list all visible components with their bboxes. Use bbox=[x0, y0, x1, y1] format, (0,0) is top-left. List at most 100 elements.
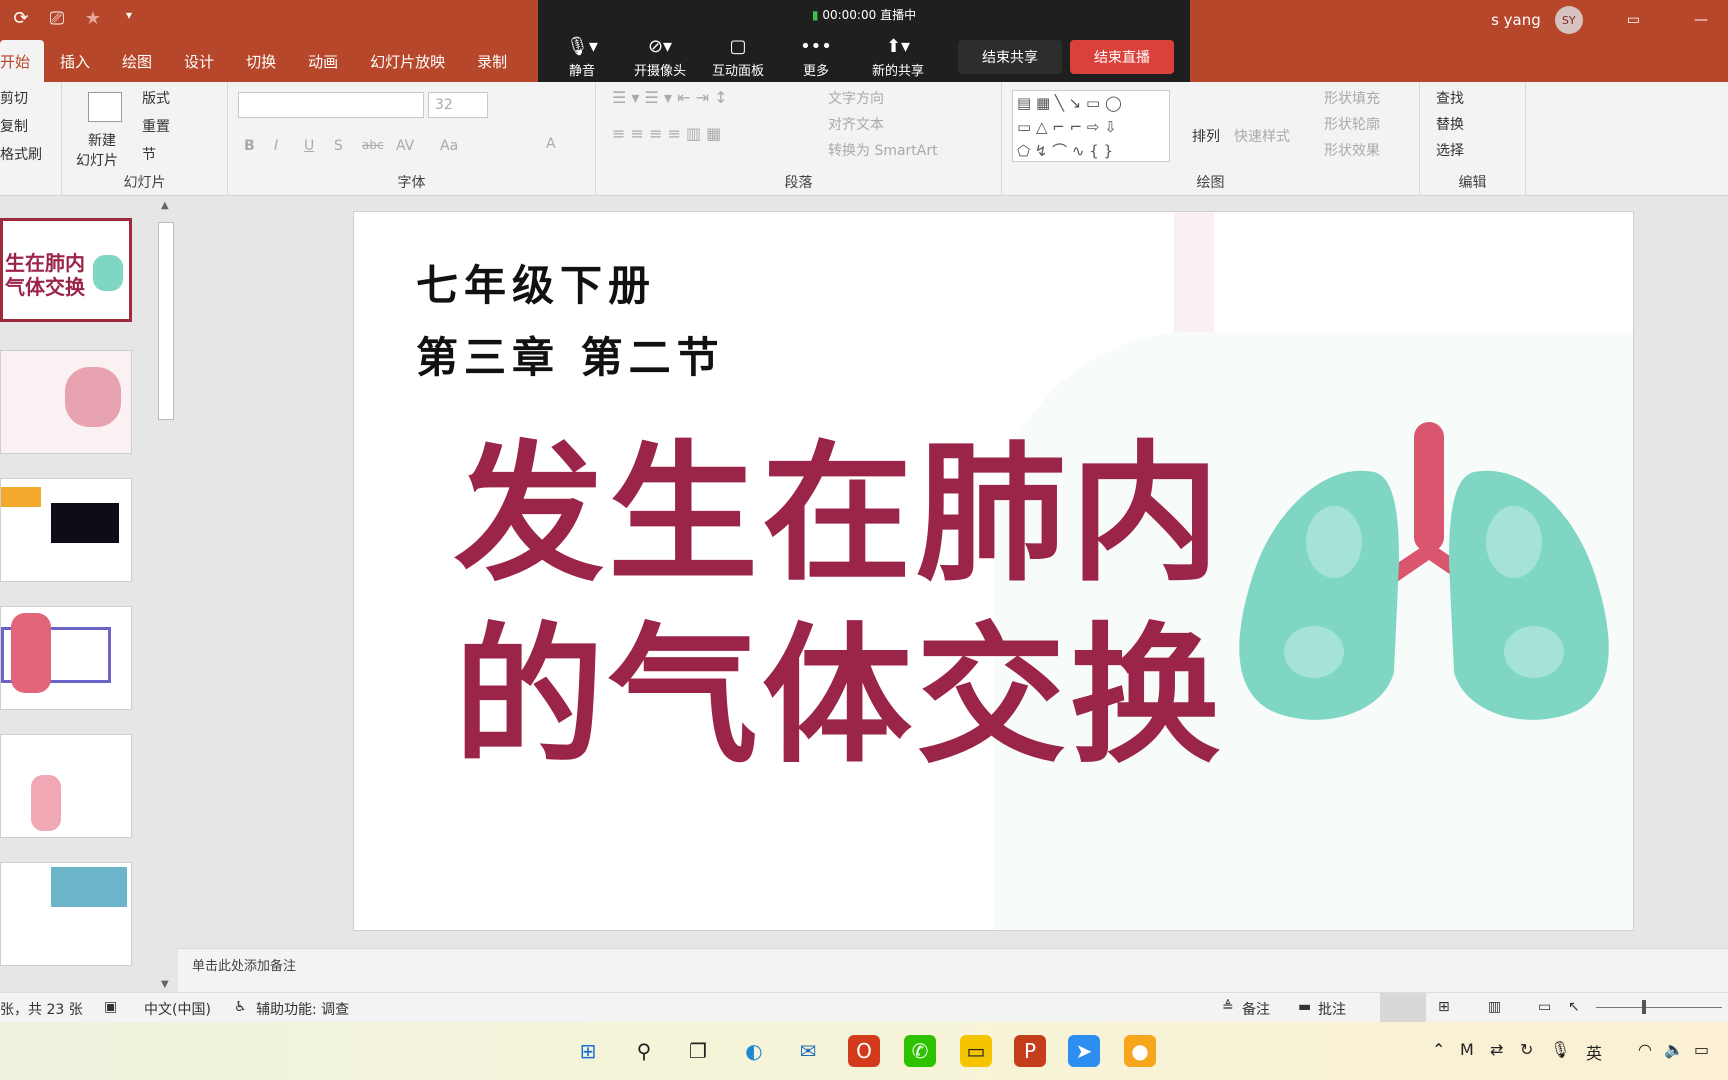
quick-styles-button[interactable]: 快速样式 bbox=[1234, 126, 1290, 146]
ime-indicator[interactable]: 英 bbox=[1586, 1040, 1602, 1064]
chevron-up-icon[interactable]: ⌃ bbox=[1432, 1040, 1445, 1059]
layout-button[interactable]: 版式 bbox=[142, 88, 170, 108]
thumbnail-3[interactable] bbox=[0, 478, 132, 582]
accessibility-icon[interactable]: ♿ bbox=[234, 999, 247, 1015]
camera-button[interactable]: ⊘▾ 开摄像头 bbox=[624, 34, 696, 79]
present-icon[interactable]: ⎚ bbox=[46, 8, 68, 29]
thumbnail-scrollbar[interactable]: ▲ ▼ bbox=[158, 200, 176, 990]
zoom-slider[interactable] bbox=[1596, 1007, 1722, 1008]
zoom-thumb[interactable] bbox=[1642, 1000, 1646, 1014]
section-button[interactable]: 节 bbox=[142, 144, 156, 164]
shape-fill-button[interactable]: 形状填充 bbox=[1324, 88, 1380, 108]
customize-icon[interactable]: ▾ bbox=[118, 8, 140, 29]
bold-button[interactable]: B bbox=[244, 138, 255, 154]
reset-button[interactable]: 重置 bbox=[142, 116, 170, 136]
accessibility-status[interactable]: 辅助功能: 调查 bbox=[256, 999, 349, 1019]
font-color-button[interactable]: A bbox=[546, 136, 556, 152]
shapes-gallery[interactable]: ▤ ▦ ╲ ↘ ▭ ◯ ▭ △ ⌐ ⌐ ⇨ ⇩ ⬠ ↯ ⌒ ∿ { } bbox=[1012, 90, 1170, 162]
tray-sync-icon[interactable]: ⇄ bbox=[1490, 1040, 1503, 1059]
notes-placeholder[interactable]: 单击此处添加备注 bbox=[192, 955, 296, 974]
bullets-icon[interactable]: ☰ ▾ ☰ ▾ ⇤ ⇥ ↕ bbox=[612, 88, 727, 107]
format-painter-button[interactable]: 格式刷 bbox=[0, 144, 42, 164]
thumbnail-6[interactable] bbox=[0, 862, 132, 966]
start-icon[interactable]: ⊞ bbox=[572, 1035, 604, 1067]
tab-design[interactable]: 设计 bbox=[168, 40, 230, 82]
new-slide-label[interactable]: 幻灯片 bbox=[76, 150, 118, 170]
powerpoint-icon[interactable]: P bbox=[1014, 1035, 1046, 1067]
end-share-button[interactable]: 结束共享 bbox=[958, 40, 1062, 74]
scroll-up-icon[interactable]: ▲ bbox=[161, 200, 169, 211]
battery-icon[interactable]: ▭ bbox=[1694, 1040, 1709, 1059]
user-name[interactable]: s yang bbox=[1491, 11, 1541, 29]
end-live-button[interactable]: 结束直播 bbox=[1070, 40, 1174, 74]
tab-record[interactable]: 录制 bbox=[461, 40, 523, 82]
edge-icon[interactable]: ◐ bbox=[738, 1035, 770, 1067]
search-icon[interactable]: ⚲ bbox=[628, 1035, 660, 1067]
shape-outline-button[interactable]: 形状轮廓 bbox=[1324, 114, 1380, 134]
task-view-icon[interactable]: ❐ bbox=[682, 1035, 714, 1067]
tray-app-icon[interactable]: Ⅿ bbox=[1460, 1040, 1474, 1059]
align-text-button[interactable]: 对齐文本 bbox=[828, 114, 884, 134]
thumbnail-1[interactable]: 生在肺内 气体交换 bbox=[0, 218, 132, 322]
underline-button[interactable]: U bbox=[304, 138, 314, 154]
tab-insert[interactable]: 插入 bbox=[44, 40, 106, 82]
notes-toggle-icon[interactable]: ≜ bbox=[1222, 999, 1234, 1015]
autosave-icon[interactable]: ⟳ bbox=[10, 8, 32, 29]
volume-icon[interactable]: 🔈 bbox=[1664, 1040, 1684, 1059]
current-slide[interactable]: 七年级下册 第三章 第二节 发生在肺内 的气体交换 bbox=[353, 211, 1634, 931]
tab-animations[interactable]: 动画 bbox=[292, 40, 354, 82]
change-case-button[interactable]: Aa bbox=[440, 138, 458, 154]
text-direction-button[interactable]: 文字方向 bbox=[828, 88, 884, 108]
minimize-icon[interactable]: — bbox=[1694, 12, 1708, 28]
normal-view-button[interactable] bbox=[1380, 993, 1426, 1023]
cut-button[interactable]: 剪切 bbox=[0, 88, 28, 108]
ribbon-display-icon[interactable]: ▭ bbox=[1627, 12, 1640, 28]
thumbnail-4[interactable] bbox=[0, 606, 132, 710]
share-button[interactable]: ⬆▾ 新的共享 bbox=[862, 34, 934, 79]
scroll-down-icon[interactable]: ▼ bbox=[161, 979, 169, 990]
star-icon[interactable]: ★ bbox=[82, 8, 104, 29]
tab-slideshow[interactable]: 幻灯片放映 bbox=[354, 40, 461, 82]
tray-refresh-icon[interactable]: ↻ bbox=[1520, 1040, 1533, 1059]
file-explorer-icon[interactable]: ▭ bbox=[960, 1035, 992, 1067]
slide-sorter-icon[interactable]: ⊞ bbox=[1438, 999, 1450, 1015]
board-button[interactable]: ▢ 互动面板 bbox=[702, 34, 774, 79]
more-button[interactable]: ••• 更多 bbox=[780, 34, 852, 79]
copy-button[interactable]: 复制 bbox=[0, 116, 28, 136]
comments-icon[interactable]: ▬ bbox=[1298, 999, 1311, 1015]
reading-view-icon[interactable]: ▥ bbox=[1488, 999, 1501, 1015]
office-icon[interactable]: O bbox=[848, 1035, 880, 1067]
shape-effects-button[interactable]: 形状效果 bbox=[1324, 140, 1380, 160]
new-slide-button[interactable]: 新建 bbox=[88, 130, 116, 150]
arrange-button[interactable]: 排列 bbox=[1192, 126, 1220, 146]
microphone-tray-icon[interactable]: 🎙 bbox=[1550, 1040, 1570, 1059]
feishu-icon[interactable]: ➤ bbox=[1068, 1035, 1100, 1067]
comments-button[interactable]: 批注 bbox=[1318, 999, 1346, 1019]
avatar[interactable]: SY bbox=[1554, 6, 1583, 34]
find-button[interactable]: 查找 bbox=[1436, 88, 1464, 108]
font-size-field[interactable]: 32 bbox=[428, 92, 488, 118]
mute-button[interactable]: 🎙▾ 静音 bbox=[546, 34, 618, 79]
tab-transitions[interactable]: 切换 bbox=[230, 40, 292, 82]
strikethrough-button[interactable]: abc bbox=[362, 138, 384, 152]
select-button[interactable]: 选择 bbox=[1436, 140, 1464, 160]
char-spacing-button[interactable]: AV bbox=[396, 138, 414, 154]
align-icons[interactable]: ≡ ≡ ≡ ≡ ▥ ▦ bbox=[612, 124, 721, 143]
notes-pane[interactable]: 单击此处添加备注 bbox=[178, 948, 1728, 992]
spellcheck-icon[interactable]: ▣ bbox=[104, 999, 117, 1015]
wechat-icon[interactable]: ✆ bbox=[904, 1035, 936, 1067]
italic-button[interactable]: I bbox=[274, 138, 278, 154]
language-status[interactable]: 中文(中国) bbox=[144, 999, 211, 1019]
scroll-thumb[interactable] bbox=[158, 222, 174, 420]
tab-home[interactable]: 开始 bbox=[0, 40, 45, 82]
slideshow-icon[interactable]: ▭ bbox=[1538, 999, 1551, 1015]
replace-button[interactable]: 替换 bbox=[1436, 114, 1464, 134]
font-name-field[interactable] bbox=[238, 92, 424, 118]
smartart-button[interactable]: 转换为 SmartArt bbox=[828, 140, 938, 160]
shadow-button[interactable]: S bbox=[334, 138, 343, 154]
thumbnail-5[interactable] bbox=[0, 734, 132, 838]
wifi-icon[interactable]: ◠ bbox=[1638, 1040, 1652, 1059]
mail-icon[interactable]: ✉ bbox=[792, 1035, 824, 1067]
tab-draw[interactable]: 绘图 bbox=[106, 40, 168, 82]
live-app-icon[interactable]: ● bbox=[1124, 1035, 1156, 1067]
